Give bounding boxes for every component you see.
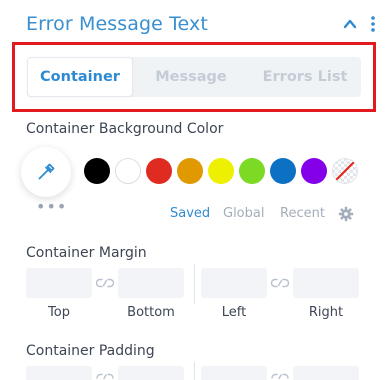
padding-divider <box>194 362 195 380</box>
link-icon[interactable] <box>96 372 114 380</box>
swatch-blue[interactable] <box>270 158 296 184</box>
background-color-label: Container Background Color <box>26 121 224 137</box>
padding-label: Container Padding <box>26 343 155 359</box>
panel-header: Error Message Text <box>0 0 386 46</box>
more-colors-dots[interactable]: ••• <box>36 199 67 215</box>
margin-left-input[interactable] <box>201 268 267 298</box>
swatch-yellow[interactable] <box>208 158 234 184</box>
margin-right-input[interactable] <box>293 268 359 298</box>
eyedropper-icon <box>38 163 55 180</box>
padding-top-input[interactable] <box>26 366 92 380</box>
gear-icon[interactable] <box>338 206 354 222</box>
tab-message[interactable]: Message <box>135 57 247 97</box>
swatch-orange[interactable] <box>177 158 203 184</box>
margin-divider <box>194 264 195 304</box>
swatch-none-icon[interactable] <box>332 158 358 184</box>
link-icon[interactable] <box>271 277 289 289</box>
padding-right-input[interactable] <box>293 366 359 380</box>
tab-container[interactable]: Container <box>27 57 133 97</box>
padding-bottom-input[interactable] <box>118 366 184 380</box>
swatch-purple[interactable] <box>301 158 327 184</box>
color-picker-button[interactable] <box>21 147 71 197</box>
tabs-highlight-box: Container Message Errors List <box>12 42 376 112</box>
tab-errors-list[interactable]: Errors List <box>249 57 361 97</box>
margin-bottom-label: Bottom <box>127 305 175 320</box>
recent-colors-tab[interactable]: Recent <box>280 206 325 221</box>
margin-left-label: Left <box>221 305 247 320</box>
margin-top-input[interactable] <box>26 268 92 298</box>
swatch-red[interactable] <box>146 158 172 184</box>
margin-bottom-input[interactable] <box>118 268 184 298</box>
tab-bar: Container Message Errors List <box>27 57 361 97</box>
swatch-green[interactable] <box>239 158 265 184</box>
margin-top-label: Top <box>48 305 70 320</box>
margin-label: Container Margin <box>26 245 147 261</box>
swatch-white[interactable] <box>115 158 141 184</box>
global-colors-tab[interactable]: Global <box>223 206 264 221</box>
margin-right-label: Right <box>308 305 344 320</box>
chevron-up-icon[interactable] <box>343 17 357 31</box>
panel-title: Error Message Text <box>26 13 208 35</box>
swatch-black[interactable] <box>84 158 110 184</box>
saved-colors-tab[interactable]: Saved <box>170 206 210 221</box>
vertical-dots-icon[interactable] <box>369 15 377 33</box>
link-icon[interactable] <box>271 372 289 380</box>
link-icon[interactable] <box>96 277 114 289</box>
padding-left-input[interactable] <box>201 366 267 380</box>
